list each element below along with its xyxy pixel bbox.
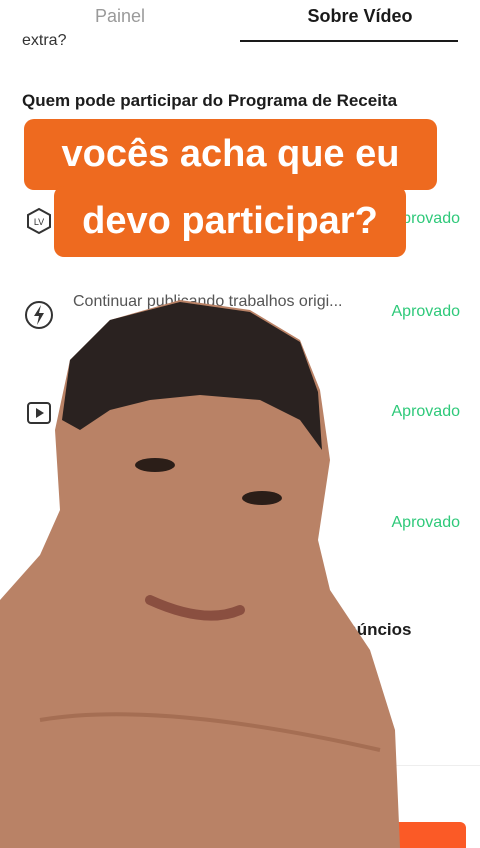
caption-line-2: devo participar? bbox=[54, 186, 406, 257]
eligibility-title: Quem pode participar do Programa de Rece… bbox=[22, 91, 398, 110]
svg-text:LV: LV bbox=[34, 217, 44, 227]
status-approved: Aprovado bbox=[391, 403, 461, 420]
tab-bar: Painel Sobre Vídeo bbox=[0, 0, 480, 42]
person-overlay-image bbox=[0, 300, 400, 848]
status-approved: Aprovado bbox=[391, 303, 461, 320]
level-badge-icon: LV bbox=[22, 204, 56, 238]
tab-sobre-video[interactable]: Sobre Vídeo bbox=[240, 0, 480, 42]
caption-line-1: vocês acha que eu bbox=[24, 119, 437, 190]
extra-text-fragment: extra? bbox=[22, 32, 67, 49]
status-approved: Aprovado bbox=[391, 514, 461, 531]
